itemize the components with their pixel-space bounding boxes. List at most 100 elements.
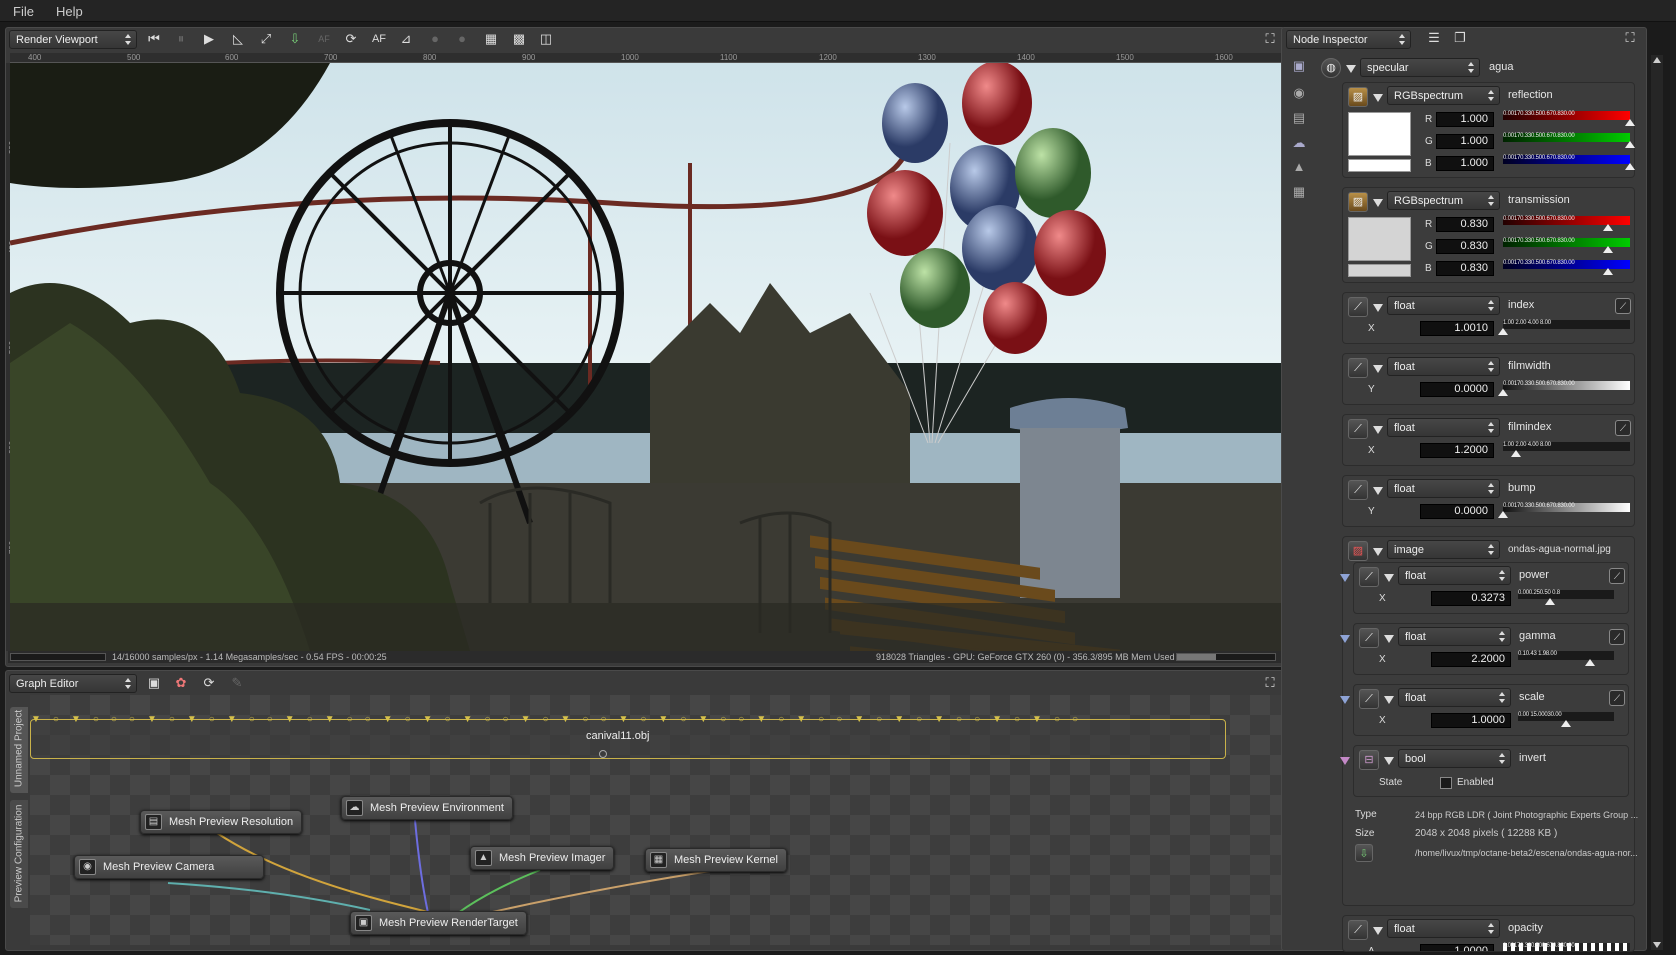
camera-icon[interactable]: ◉ [1290, 84, 1308, 102]
expand-bump-icon[interactable] [1373, 487, 1383, 495]
tab-preview-configuration[interactable]: Preview Configuration [10, 800, 28, 908]
transmission-g-field[interactable]: 0.830 [1436, 239, 1494, 254]
copy-node-icon[interactable]: ❐ [1451, 29, 1469, 47]
filmwidth-value-field[interactable]: 0.0000 [1420, 382, 1494, 397]
index-link-icon[interactable]: ⟋ [1615, 298, 1631, 314]
gamma-pin[interactable] [1340, 635, 1350, 643]
opacity-slider[interactable]: 0.00170.330.500.670.830.00 [1503, 943, 1630, 951]
power-slider[interactable]: 0.000.250.50 0.8 [1518, 590, 1614, 605]
invert-type-select[interactable]: bool [1398, 749, 1511, 768]
transmission-b-slider[interactable]: 0.00170.330.500.670.830.00 [1503, 260, 1630, 275]
node-mesh-preview-environment[interactable]: ☁ Mesh Preview Environment [341, 796, 513, 820]
scale-type-select[interactable]: float [1398, 688, 1511, 707]
expand-filmwidth-icon[interactable] [1373, 365, 1383, 373]
filmindex-value-field[interactable]: 1.2000 [1420, 443, 1494, 458]
viewport-mode-select[interactable]: Render Viewport [9, 30, 137, 49]
inspector-mode-select[interactable]: Node Inspector [1286, 30, 1411, 49]
maximize-graph-icon[interactable]: ⛶ [1263, 676, 1277, 690]
inspector-scrollbar[interactable] [1651, 55, 1663, 950]
reflection-g-field[interactable]: 1.000 [1436, 134, 1494, 149]
slider-thumb[interactable] [1625, 163, 1635, 170]
index-type-select[interactable]: float [1387, 296, 1500, 315]
opacity-type-select[interactable]: float [1387, 919, 1500, 938]
expand-opacity-icon[interactable] [1373, 927, 1383, 935]
invert-pin[interactable] [1340, 757, 1350, 765]
reflection-swatch[interactable] [1348, 112, 1411, 156]
pick-focus-icon[interactable]: ◺ [229, 30, 247, 48]
gamma-slider[interactable]: 0.10.43 1.98.00 [1518, 651, 1614, 666]
node-mesh-preview-rendertarget[interactable]: ▣ Mesh Preview RenderTarget [350, 911, 527, 935]
expand-scale-icon[interactable] [1384, 696, 1394, 704]
reload-graph-icon[interactable]: ⟳ [200, 674, 218, 692]
reflection-g-slider[interactable]: 0.00170.330.500.670.830.00 [1503, 133, 1635, 148]
expand-material-icon[interactable] [1346, 65, 1356, 73]
slider-thumb[interactable] [1498, 389, 1508, 396]
bump-slider[interactable]: 0.00170.330.500.670.830.00 [1498, 503, 1630, 518]
expand-invert-icon[interactable] [1384, 757, 1394, 765]
reflection-r-slider[interactable]: 0.00170.330.500.670.830.00 [1503, 111, 1635, 126]
expand-image-icon[interactable] [1373, 548, 1383, 556]
filmindex-type-select[interactable]: float [1387, 418, 1500, 437]
checker-icon[interactable]: ▩ [510, 30, 528, 48]
transmission-swatch-small[interactable] [1348, 264, 1411, 277]
node-mesh-preview-kernel[interactable]: ▦ Mesh Preview Kernel [645, 848, 787, 872]
autofocus-dim-icon[interactable]: AF [315, 30, 333, 48]
filmindex-slider[interactable]: 1.00 2.00 4.00 8.00 [1503, 442, 1630, 457]
expand-reflection-icon[interactable] [1373, 94, 1383, 102]
power-value-field[interactable]: 0.3273 [1431, 591, 1511, 606]
slider-thumb[interactable] [1603, 268, 1614, 275]
slider-thumb[interactable] [1510, 450, 1521, 457]
slider-thumb[interactable] [1498, 511, 1508, 518]
transmission-b-field[interactable]: 0.830 [1436, 261, 1494, 276]
sync-icon[interactable]: ● [453, 30, 471, 48]
slider-thumb[interactable] [1625, 119, 1635, 126]
filmwidth-slider[interactable]: 0.00170.330.500.670.830.00 [1498, 381, 1630, 396]
save-graph-icon[interactable]: ▣ [145, 674, 163, 692]
slider-thumb[interactable] [1561, 720, 1571, 727]
expand-index-icon[interactable] [1373, 304, 1383, 312]
slider-thumb[interactable] [1544, 598, 1555, 605]
reflection-r-field[interactable]: 1.000 [1436, 112, 1494, 127]
slider-thumb[interactable] [1625, 141, 1635, 148]
scale-slider[interactable]: 0.00 15.00030.00 [1518, 712, 1614, 727]
grid-icon[interactable]: ▦ [482, 30, 500, 48]
index-value-field[interactable]: 1.0010 [1420, 321, 1494, 336]
node-mesh-preview-resolution[interactable]: ▤ Mesh Preview Resolution [140, 810, 303, 834]
power-type-select[interactable]: float [1398, 566, 1511, 585]
pick-material-icon[interactable]: ⊿ [397, 30, 415, 48]
slider-thumb[interactable] [1498, 328, 1509, 335]
lock-icon[interactable]: ● [426, 30, 444, 48]
material-icon[interactable]: ◍ [1321, 58, 1341, 78]
refresh-icon[interactable]: ⟳ [342, 30, 360, 48]
invert-checkbox[interactable] [1440, 777, 1452, 789]
node-mesh-preview-imager[interactable]: ▲ Mesh Preview Imager [470, 846, 615, 870]
bump-type-select[interactable]: float [1387, 479, 1500, 498]
region-icon[interactable]: ⤢ [257, 30, 275, 48]
power-pin[interactable] [1340, 574, 1350, 582]
export-icon[interactable]: ⇩ [286, 30, 304, 48]
node-graph-canvas[interactable]: ▼○▼○○○▼○▼○▼○○▼○▼○○▼○▼○▼○○▼○▼○○▼○▼○▼○○▼○▼… [30, 695, 1283, 945]
slider-thumb[interactable] [1585, 659, 1595, 666]
index-slider[interactable]: 1.00 2.00 4.00 8.00 [1498, 320, 1630, 335]
render-target-icon[interactable]: ▣ [1290, 57, 1308, 75]
slider-thumb[interactable] [1603, 224, 1614, 231]
bump-value-field[interactable]: 0.0000 [1420, 504, 1494, 519]
maximize-inspector-icon[interactable]: ⛶ [1623, 31, 1637, 45]
transmission-r-slider[interactable]: 0.00170.330.500.670.830.00 [1503, 216, 1630, 231]
rewind-icon[interactable]: ⏮ [145, 30, 163, 48]
menu-help[interactable]: Help [56, 4, 83, 19]
maximize-viewport-icon[interactable]: ⛶ [1263, 32, 1277, 46]
node-mesh-preview-camera[interactable]: ◉ Mesh Preview Camera [74, 855, 264, 879]
gamma-type-select[interactable]: float [1398, 627, 1511, 646]
collapse-all-icon[interactable]: ☰ [1425, 29, 1443, 47]
expand-gamma-icon[interactable] [1384, 635, 1394, 643]
slider-thumb[interactable] [1603, 246, 1614, 253]
expand-filmindex-icon[interactable] [1373, 426, 1383, 434]
autofocus-button[interactable]: AF [370, 30, 388, 48]
transmission-type-select[interactable]: RGBspectrum [1387, 191, 1500, 210]
play-icon[interactable]: ▶ [200, 30, 218, 48]
image-type-select[interactable]: image [1387, 540, 1500, 559]
imager-icon[interactable]: ▲ [1290, 158, 1308, 176]
expand-power-icon[interactable] [1384, 574, 1394, 582]
environment-icon[interactable]: ☁ [1290, 134, 1308, 152]
